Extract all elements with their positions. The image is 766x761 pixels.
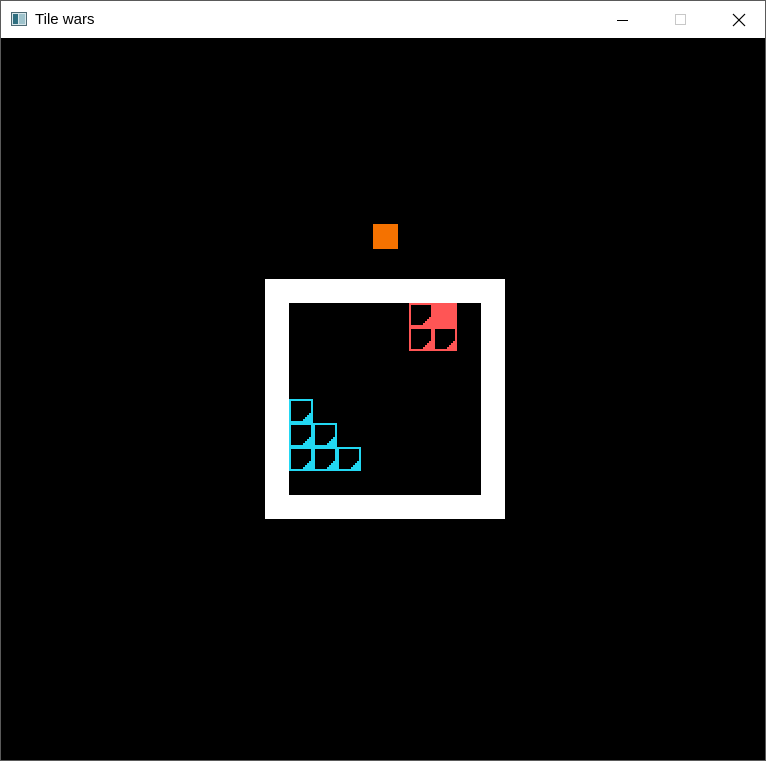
minimize-icon <box>617 20 628 21</box>
maximize-button[interactable] <box>652 1 710 38</box>
game-board-frame <box>265 279 505 519</box>
player-1-tile[interactable] <box>409 303 433 327</box>
window-title: Tile wars <box>35 11 95 28</box>
app-window-icon <box>11 12 27 26</box>
player-2-tile[interactable] <box>313 447 337 471</box>
game-canvas[interactable] <box>1 38 765 760</box>
next-piece <box>373 224 398 249</box>
app-window: Tile wars <box>0 0 766 761</box>
player-2-tile[interactable] <box>313 423 337 447</box>
game-board[interactable] <box>289 303 481 495</box>
player-1-tile[interactable] <box>433 327 457 351</box>
close-icon <box>732 13 746 27</box>
player-2-tile[interactable] <box>289 447 313 471</box>
close-button[interactable] <box>710 1 766 38</box>
player-1-tile[interactable] <box>409 327 433 351</box>
player-2-tile[interactable] <box>289 399 313 423</box>
minimize-button[interactable] <box>594 1 652 38</box>
player-2-tile[interactable] <box>337 447 361 471</box>
player-1-tile[interactable] <box>433 303 457 327</box>
maximize-icon <box>675 14 686 25</box>
player-2-tile[interactable] <box>289 423 313 447</box>
title-bar[interactable]: Tile wars <box>1 1 765 38</box>
